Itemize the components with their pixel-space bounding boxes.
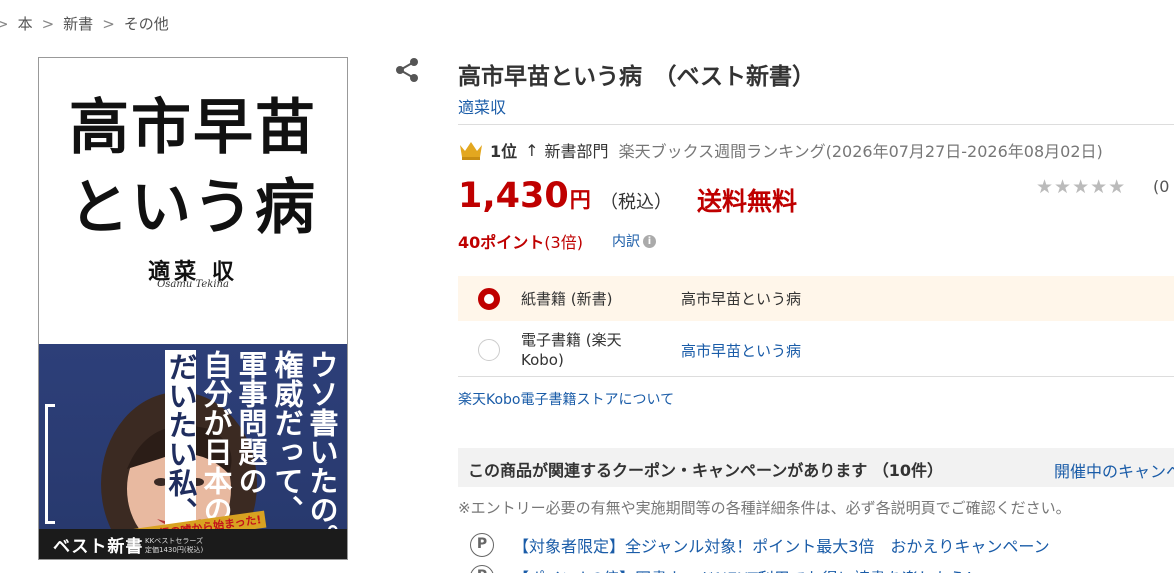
cover-title-line2: という病	[69, 173, 317, 243]
rank-position: 1位	[490, 142, 518, 161]
breadcrumb-separator: >	[102, 15, 115, 33]
share-icon[interactable]	[393, 56, 421, 84]
price-currency: 円	[569, 188, 591, 212]
ebook-title-link[interactable]: 高市早苗という病	[681, 340, 801, 361]
campaign-link[interactable]: 【対象者限定】全ジャンル対象！ポイント最大3倍 おかえりキャンペーン	[513, 533, 1050, 557]
points-multiplier: (3倍)	[544, 233, 583, 252]
format-option-ebook[interactable]: 電子書籍 (楽天 Kobo) 高市早苗という病	[458, 324, 1174, 376]
price-value: 1,430	[458, 176, 569, 216]
points-value: 40ポイント	[458, 233, 545, 252]
cover-top-panel: 高市早苗 という病 適菜 収 Osamu Tekina	[39, 58, 347, 344]
format-title: 高市早苗という病	[681, 290, 802, 308]
format-type: 紙書籍 (新書)	[521, 289, 613, 308]
point-icon: P	[470, 533, 494, 557]
info-icon: i	[643, 234, 656, 248]
format-type-line1: 電子書籍 (楽天	[521, 331, 622, 349]
tax-note: （税込）	[600, 192, 672, 213]
campaign-item[interactable]: P 【対象者限定】全ジャンル対象！ポイント最大3倍 おかえりキャンペーン	[470, 533, 1050, 557]
crown-icon	[460, 142, 482, 160]
format-option-paper[interactable]: 紙書籍 (新書) 高市早苗という病	[458, 276, 1174, 321]
cover-vertical-line: 軍事問題の	[234, 350, 268, 495]
coupon-text: この商品が関連するクーポン・キャンペーンがあります （10件）	[468, 461, 944, 480]
breakdown-label: 内訳	[612, 234, 640, 250]
cover-title-line1: 高市早苗	[69, 93, 317, 163]
divider	[458, 124, 1174, 125]
format-type: 電子書籍 (楽天 Kobo)	[521, 330, 622, 370]
price: 1,430円	[458, 176, 591, 216]
book-cover-image[interactable]: 高市早苗 という病 適菜 収 Osamu Tekina ウソ書いたの。 権威だっ…	[38, 57, 348, 560]
rating-stars[interactable]: ★★★★★	[1036, 176, 1126, 198]
cover-series-name: ベスト新書	[53, 537, 144, 557]
active-campaigns-link[interactable]: 開催中のキャンペ	[1054, 458, 1174, 482]
author-link[interactable]: 適菜収	[458, 94, 506, 118]
cover-footer: ベスト新書 KKベストセラーズ 定価1430円(税込)	[39, 529, 347, 559]
cover-vertical-line: ウソ書いたの。	[305, 350, 339, 553]
radio-selected[interactable]	[478, 287, 500, 310]
rank-category: 新書部門	[544, 142, 609, 161]
breadcrumb-item-shinsho[interactable]: 新書	[63, 15, 93, 33]
cover-vertical-line: 権威だって、	[270, 350, 304, 524]
kobo-store-link[interactable]: 楽天Kobo電子書籍ストアについて	[458, 389, 674, 409]
divider	[458, 376, 1174, 377]
cover-footer-small: KKベストセラーズ 定価1430円(税込)	[145, 537, 203, 555]
breadcrumb-separator: >	[41, 15, 55, 33]
cover-publisher: KKベストセラーズ	[145, 537, 203, 545]
product-title: 高市早苗という病 （ベスト新書）	[458, 64, 815, 90]
cover-bracket	[45, 404, 55, 524]
breadcrumb-separator: >	[0, 15, 9, 33]
campaign-link[interactable]: 【ポイント2倍】図書カードNEXT利用でお得に読書を楽しもう！	[513, 565, 981, 573]
free-shipping-label: 送料無料	[697, 187, 798, 216]
review-count[interactable]: (0	[1153, 177, 1169, 196]
cover-bottom-panel: ウソ書いたの。 権威だって、 軍事問題の 自分が日本の だいたい私、 すべては一…	[39, 344, 347, 559]
rank-up-arrow-icon: ↑	[525, 140, 539, 160]
points-breakdown-link[interactable]: 内訳 i	[612, 231, 656, 251]
coupon-bar: この商品が関連するクーポン・キャンペーンがあります （10件） 開催中のキャンペ	[458, 448, 1174, 487]
breadcrumb: > 本 > 新書 > その他	[0, 13, 169, 34]
radio-unselected[interactable]	[478, 339, 500, 361]
campaign-notice: ※エントリー必要の有無や実施期間等の各種詳細条件は、必ず各説明頁でご確認ください…	[458, 499, 1071, 517]
rank-period-link[interactable]: 楽天ブックス週間ランキング(2026年07月27日-2026年08月02日)	[619, 138, 1103, 162]
point-icon: P	[470, 565, 494, 573]
cover-vertical-line: 自分が日本の	[199, 350, 233, 524]
format-type-line2: Kobo)	[521, 351, 564, 369]
cover-vertical-line: だいたい私、	[164, 350, 198, 528]
campaign-item[interactable]: P 【ポイント2倍】図書カードNEXT利用でお得に読書を楽しもう！	[470, 565, 981, 573]
cover-author-romaji: Osamu Tekina	[157, 279, 229, 290]
ranking-row: 1位 ↑ 新書部門 楽天ブックス週間ランキング(2026年07月27日-2026…	[458, 138, 1103, 162]
breadcrumb-item-other[interactable]: その他	[124, 15, 169, 33]
points: 40ポイント(3倍)	[458, 229, 583, 253]
breadcrumb-item-book[interactable]: 本	[18, 15, 33, 33]
cover-price-small: 定価1430円(税込)	[145, 546, 204, 554]
